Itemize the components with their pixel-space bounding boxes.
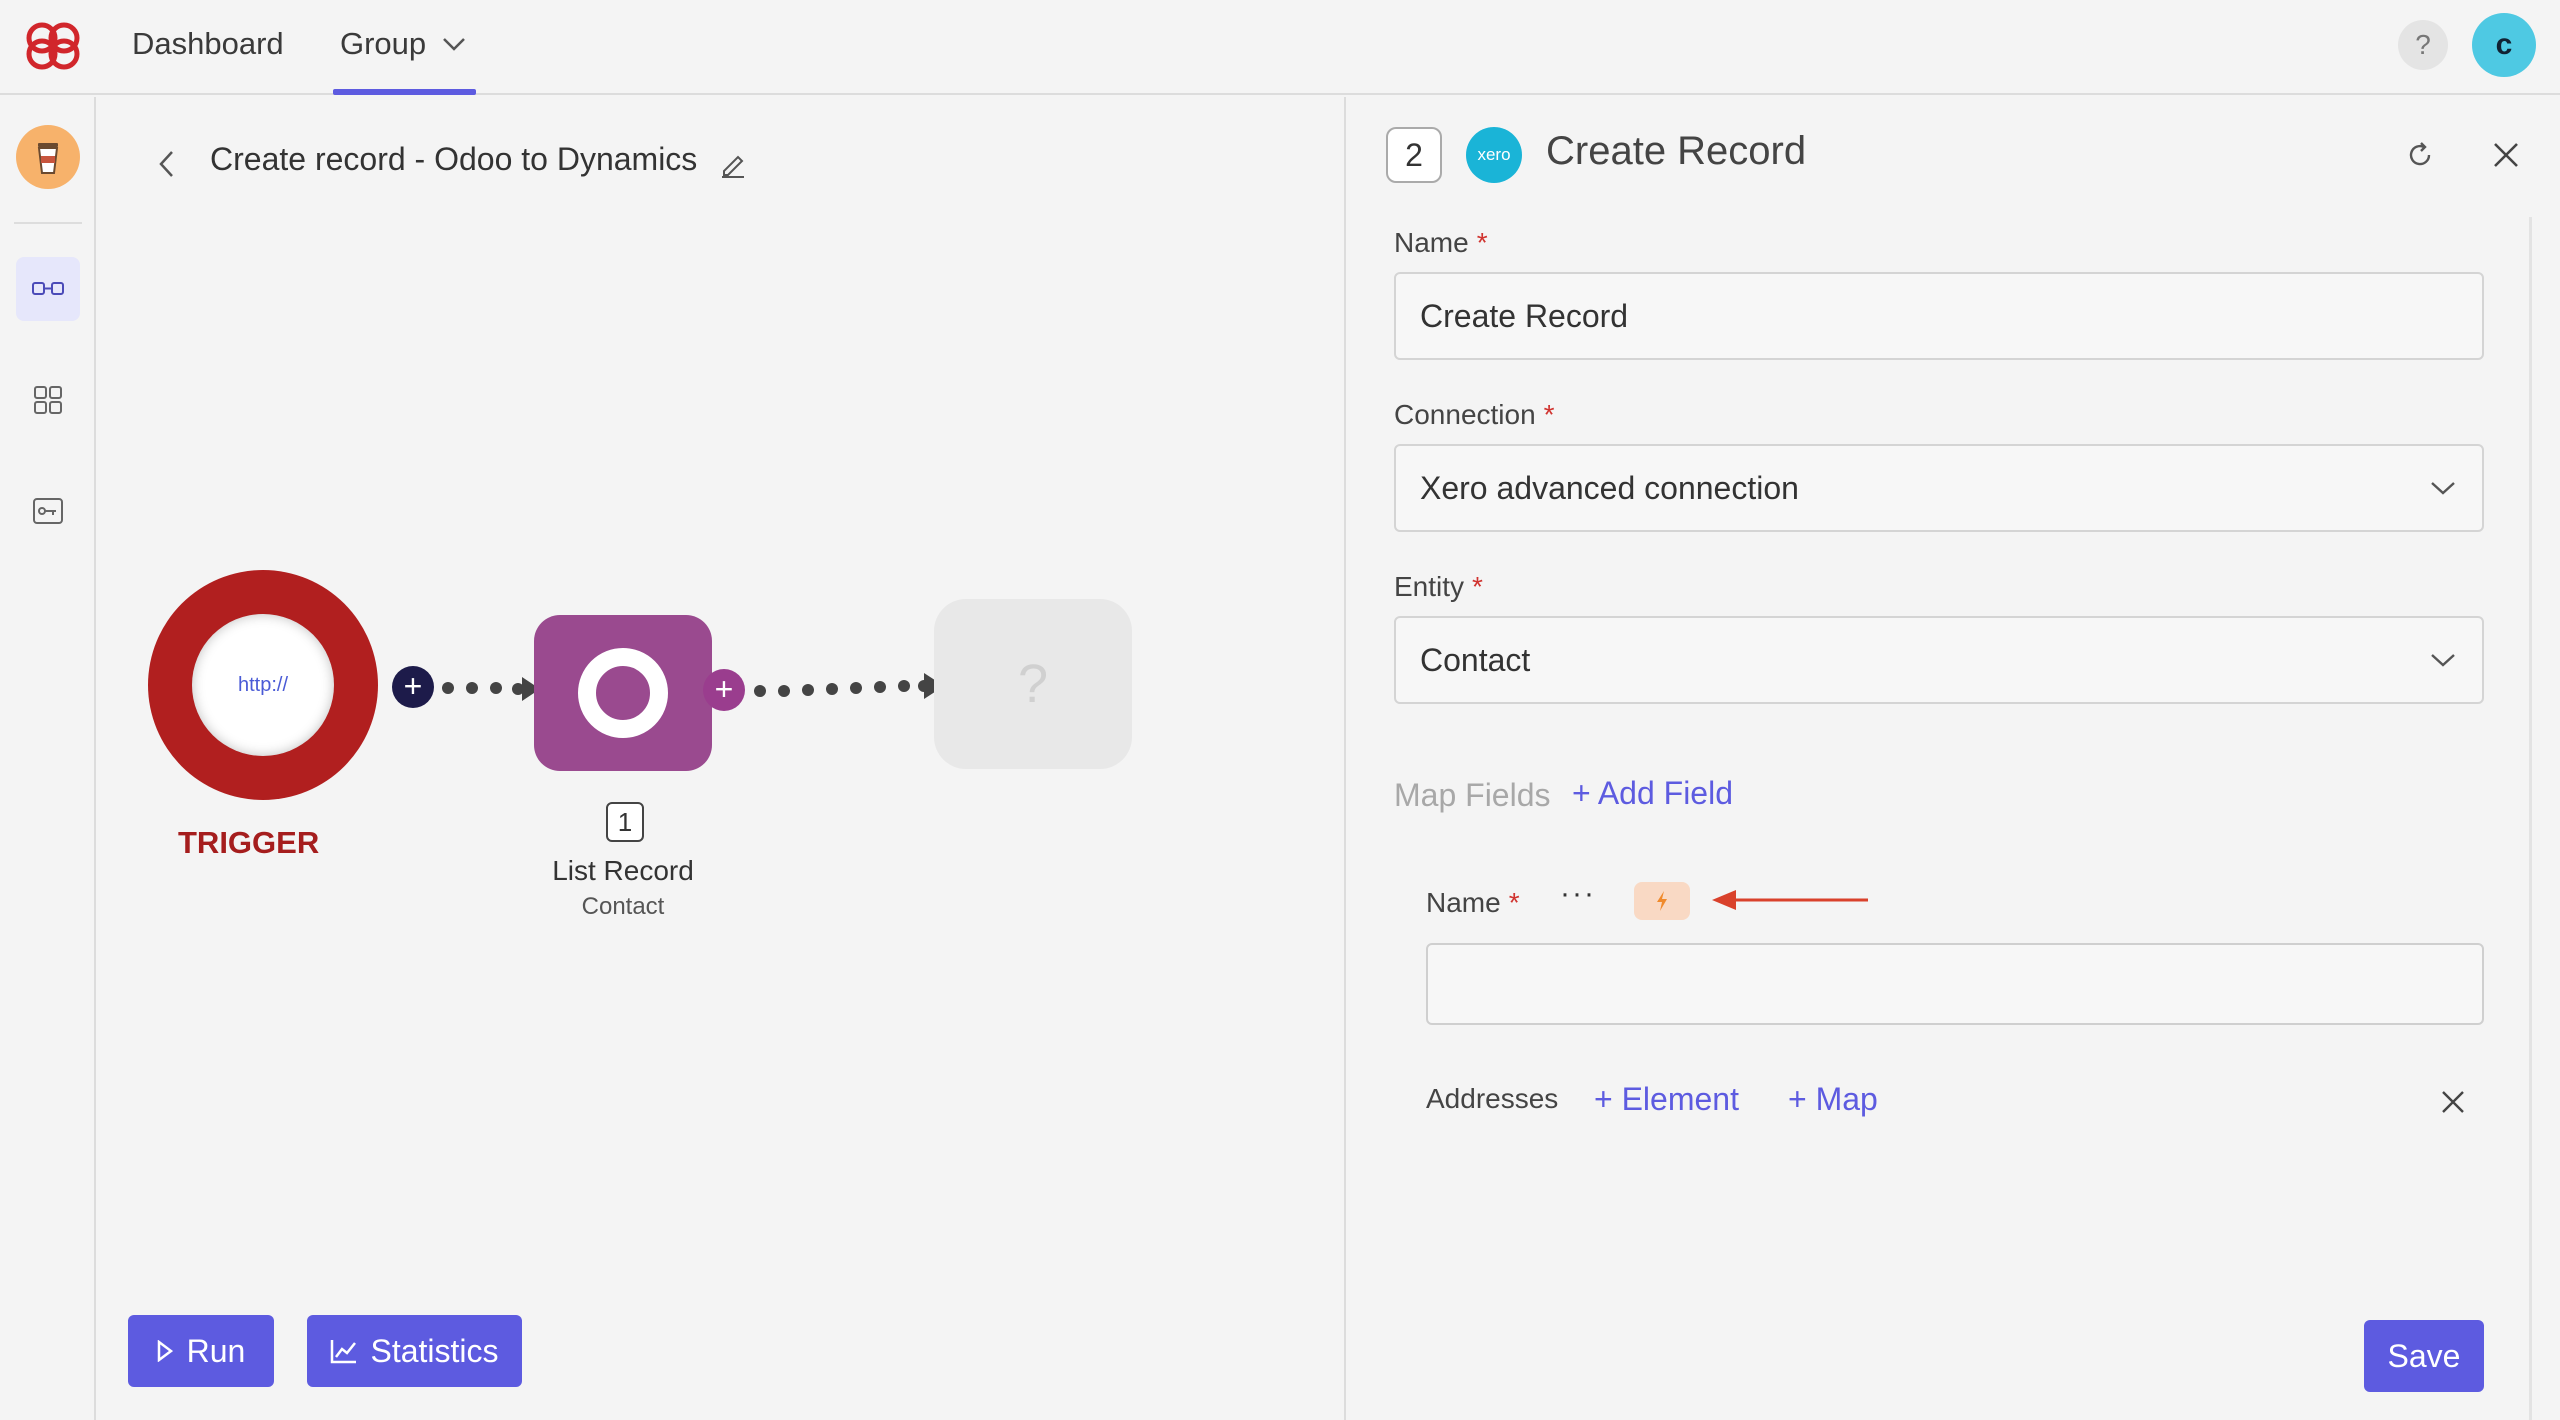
add-element-button[interactable]: + Element <box>1594 1081 1739 1118</box>
statistics-button[interactable]: Statistics <box>307 1315 522 1387</box>
entity-select-value: Contact <box>1420 641 1531 678</box>
key-card-icon <box>33 498 63 524</box>
left-sidebar <box>0 97 96 1420</box>
help-button[interactable]: ? <box>2398 20 2448 70</box>
app-logo-icon[interactable] <box>20 18 86 74</box>
step-config-panel: 2 xero Create Record Name * Create Record… <box>1344 97 2560 1420</box>
nav-dashboard[interactable]: Dashboard <box>132 0 284 95</box>
dynamic-value-button[interactable] <box>1634 882 1690 920</box>
annotation-arrow-icon <box>1712 890 1868 910</box>
grid-icon <box>34 386 62 414</box>
trigger-label: TRIGGER <box>178 825 320 860</box>
add-step-after-node-button[interactable]: + <box>703 669 745 711</box>
workspace-avatar[interactable] <box>16 125 80 189</box>
user-avatar[interactable]: c <box>2472 13 2536 77</box>
add-map-button[interactable]: + Map <box>1788 1081 1878 1118</box>
nav-group-label: Group <box>340 26 427 61</box>
required-marker: * <box>1472 571 1483 602</box>
required-marker: * <box>1543 399 1555 430</box>
play-icon <box>157 1340 173 1362</box>
close-icon[interactable] <box>2490 139 2522 171</box>
chevron-down-icon <box>2431 654 2455 667</box>
map-fields-label: Map Fields <box>1394 777 1551 813</box>
required-marker: * <box>1476 227 1488 258</box>
xero-app-icon: xero <box>1466 127 1522 183</box>
node-ring-icon <box>578 648 668 738</box>
node-title: List Record <box>552 855 694 886</box>
empty-placeholder-node[interactable]: ? <box>934 599 1132 769</box>
mapped-name-label-text: Name <box>1426 887 1501 918</box>
flow-link-icon <box>32 282 64 295</box>
chevron-down-icon <box>2431 482 2455 495</box>
lightning-bolt-icon <box>1657 891 1667 911</box>
list-record-node[interactable] <box>534 615 712 771</box>
connection-select[interactable]: Xero advanced connection <box>1394 444 2484 532</box>
more-options-button[interactable]: ··· <box>1560 877 1596 911</box>
sidebar-divider <box>14 222 82 224</box>
connection-field-label: Connection * <box>1394 399 1555 431</box>
run-button[interactable]: Run <box>128 1315 274 1387</box>
sidebar-keys-button[interactable] <box>16 479 80 543</box>
run-button-label: Run <box>186 1332 246 1369</box>
required-marker: * <box>1508 887 1520 918</box>
trigger-http-label: http:// <box>192 614 334 756</box>
sidebar-flows-button[interactable] <box>16 257 80 321</box>
chart-icon <box>331 1340 357 1364</box>
chevron-down-icon <box>443 38 466 51</box>
name-field-label: Name * <box>1394 227 1488 259</box>
nav-group[interactable]: Group <box>340 0 466 95</box>
panel-title: Create Record <box>1546 129 1807 173</box>
node-subtitle: Contact <box>581 893 665 920</box>
active-tab-indicator <box>333 89 476 95</box>
name-input-value: Create Record <box>1420 297 1629 334</box>
mapped-name-input[interactable] <box>1426 943 2484 1025</box>
save-button[interactable]: Save <box>2364 1320 2484 1392</box>
connection-select-value: Xero advanced connection <box>1420 469 1799 506</box>
panel-scrollbar[interactable] <box>2529 217 2532 1420</box>
statistics-button-label: Statistics <box>370 1332 499 1369</box>
entity-select[interactable]: Contact <box>1394 616 2484 704</box>
coffee-cup-icon <box>37 143 59 174</box>
flow-canvas[interactable]: Create record - Odoo to Dynamics http://… <box>98 97 1342 1420</box>
trigger-node[interactable]: http:// <box>148 570 378 800</box>
add-field-button[interactable]: + Add Field <box>1572 775 1733 812</box>
refresh-icon[interactable] <box>2404 139 2436 171</box>
mapped-name-label: Name * <box>1426 887 1520 919</box>
node-step-number: 1 <box>606 802 644 842</box>
entity-field-label: Entity * <box>1394 571 1483 603</box>
addresses-label: Addresses <box>1426 1083 1559 1114</box>
remove-addresses-icon[interactable] <box>2438 1087 2468 1117</box>
name-label-text: Name <box>1394 227 1469 258</box>
add-step-button[interactable]: + <box>392 666 434 708</box>
connection-label-text: Connection <box>1394 399 1536 430</box>
sidebar-apps-button[interactable] <box>16 368 80 432</box>
name-input[interactable]: Create Record <box>1394 272 2484 360</box>
top-bar: Dashboard Group ? c <box>0 0 2560 95</box>
entity-label-text: Entity <box>1394 571 1465 602</box>
panel-step-number: 2 <box>1386 127 1442 183</box>
